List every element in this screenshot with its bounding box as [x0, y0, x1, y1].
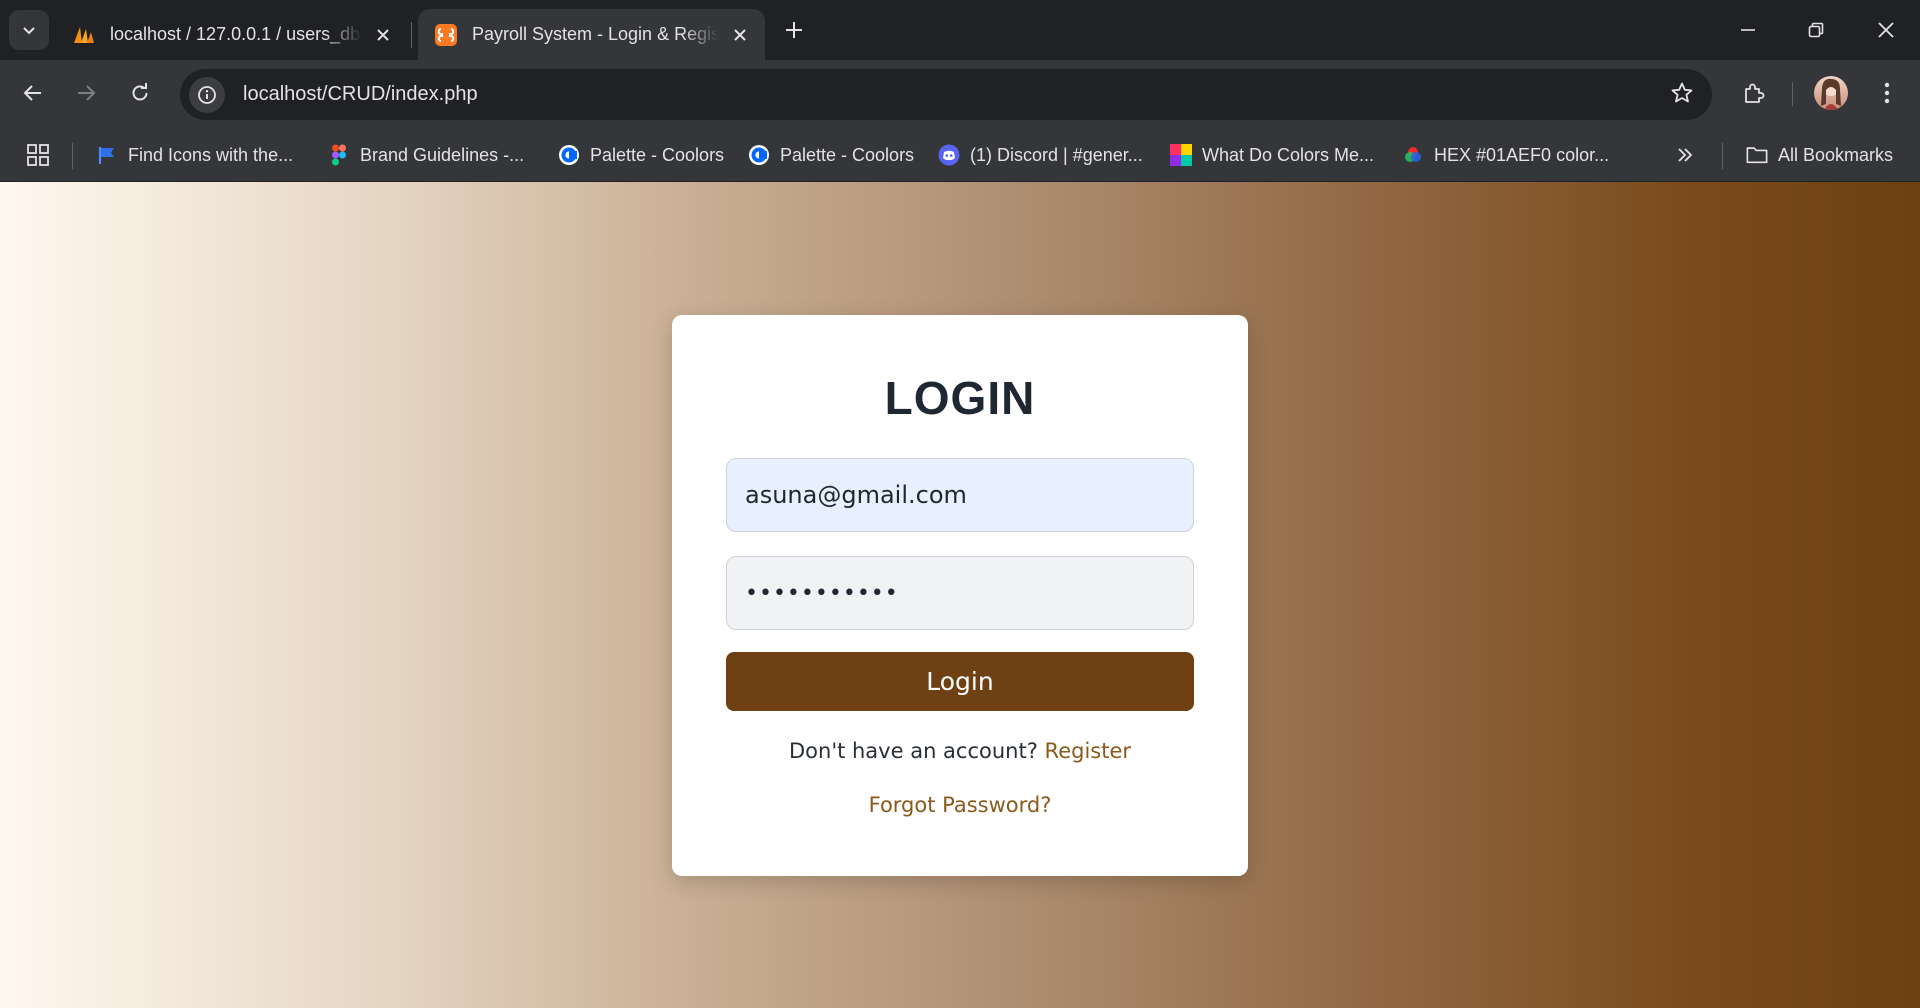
reload-button[interactable]: [120, 73, 160, 113]
flag-icon: [96, 144, 118, 166]
bookmark-item[interactable]: Palette - Coolors: [748, 138, 914, 172]
bookmark-item[interactable]: What Do Colors Me...: [1170, 138, 1374, 172]
login-button[interactable]: Login: [726, 652, 1194, 711]
figma-icon: [328, 144, 350, 166]
reload-icon: [132, 83, 148, 101]
bookmark-label: (1) Discord | #gener...: [970, 144, 1143, 165]
close-window-button[interactable]: [1852, 0, 1920, 60]
no-account-text: Don't have an account?: [788, 739, 1045, 763]
minimize-button[interactable]: [1714, 0, 1782, 60]
bookmark-label: Palette - Coolors: [780, 144, 915, 165]
restore-icon: [1808, 22, 1824, 38]
arrow-right-icon: [78, 85, 96, 101]
phpmyadmin-icon: [72, 23, 96, 47]
bookmark-label: What Do Colors Me...: [1202, 144, 1375, 165]
colors-icon: [1170, 144, 1192, 166]
url-text[interactable]: localhost/CRUD/index.php: [243, 83, 478, 106]
restore-button[interactable]: [1782, 0, 1850, 60]
profile-avatar[interactable]: [1814, 76, 1848, 110]
address-bar[interactable]: localhost/CRUD/index.php: [180, 69, 1712, 120]
bookmark-label: HEX #01AEF0 color...: [1434, 144, 1610, 165]
bookmark-divider: [1722, 143, 1723, 169]
close-icon: [1878, 22, 1894, 38]
bookmark-item[interactable]: (1) Discord | #gener...: [938, 138, 1143, 172]
bookmark-item[interactable]: HEX #01AEF0 color...: [1402, 138, 1609, 172]
tab-strip: localhost / 127.0.0.1 / users_db Payroll…: [0, 0, 1920, 60]
chevron-down-icon: [23, 27, 35, 35]
minimize-icon: [1741, 29, 1755, 31]
tab-search-button[interactable]: [9, 10, 49, 50]
all-bookmarks-button[interactable]: All Bookmarks: [1746, 138, 1893, 172]
double-chevron-right-icon: [1678, 148, 1693, 162]
register-link[interactable]: Register: [1045, 739, 1131, 763]
xampp-icon: [434, 23, 458, 47]
tab-separator: [411, 22, 412, 48]
login-card: LOGIN asuna@gmail.com ••••••••••• Login …: [672, 315, 1248, 876]
bookmark-item[interactable]: Brand Guidelines -...: [328, 138, 524, 172]
plus-icon: [786, 22, 802, 38]
forward-button[interactable]: [66, 73, 106, 113]
all-bookmarks-label: All Bookmarks: [1778, 144, 1894, 165]
folder-icon: [1746, 144, 1768, 166]
menu-kebab-icon[interactable]: [1867, 73, 1907, 113]
email-field[interactable]: asuna@gmail.com: [726, 458, 1194, 532]
password-field[interactable]: •••••••••••: [726, 556, 1194, 630]
bookmark-item[interactable]: Palette - Coolors: [558, 138, 724, 172]
login-heading: LOGIN: [884, 372, 1036, 424]
bookmark-label: Brand Guidelines -...: [360, 144, 525, 165]
tab-phpmyadmin[interactable]: localhost / 127.0.0.1 / users_db: [56, 9, 408, 60]
bookmarks-bar: Find Icons with the... Brand Guidelines …: [0, 130, 1920, 182]
forgot-password-link[interactable]: Forgot Password?: [672, 793, 1248, 817]
more-bookmarks-button[interactable]: [1676, 138, 1694, 172]
close-tab-icon[interactable]: [370, 22, 396, 48]
bookmark-star-icon[interactable]: [1670, 81, 1694, 110]
close-tab-icon[interactable]: [727, 22, 753, 48]
discord-icon: [938, 144, 960, 166]
register-prompt: Don't have an account? Register: [672, 739, 1248, 763]
extensions-icon[interactable]: [1734, 73, 1774, 113]
page-background: LOGIN asuna@gmail.com ••••••••••• Login …: [0, 182, 1920, 1008]
bookmark-label: Palette - Coolors: [590, 144, 725, 165]
apps-grid-icon: [27, 144, 49, 166]
apps-button[interactable]: [26, 138, 50, 172]
coolors-icon: [748, 144, 770, 166]
new-tab-button[interactable]: [776, 12, 812, 48]
color-wheel-icon: [1402, 144, 1424, 166]
browser-toolbar: localhost/CRUD/index.php Find Icons with…: [0, 60, 1920, 190]
tab-title: localhost / 127.0.0.1 / users_db: [110, 24, 361, 44]
coolors-icon: [558, 144, 580, 166]
tab-title: Payroll System - Login & Registe: [472, 24, 719, 44]
bookmark-item[interactable]: Find Icons with the...: [96, 138, 293, 172]
tab-payroll[interactable]: Payroll System - Login & Registe: [418, 9, 765, 60]
site-info-icon[interactable]: [189, 76, 225, 113]
bookmark-divider: [72, 143, 73, 169]
arrow-left-icon: [23, 85, 41, 101]
back-button[interactable]: [13, 73, 53, 113]
bookmark-label: Find Icons with the...: [128, 144, 294, 165]
toolbar-divider: [1792, 82, 1793, 106]
